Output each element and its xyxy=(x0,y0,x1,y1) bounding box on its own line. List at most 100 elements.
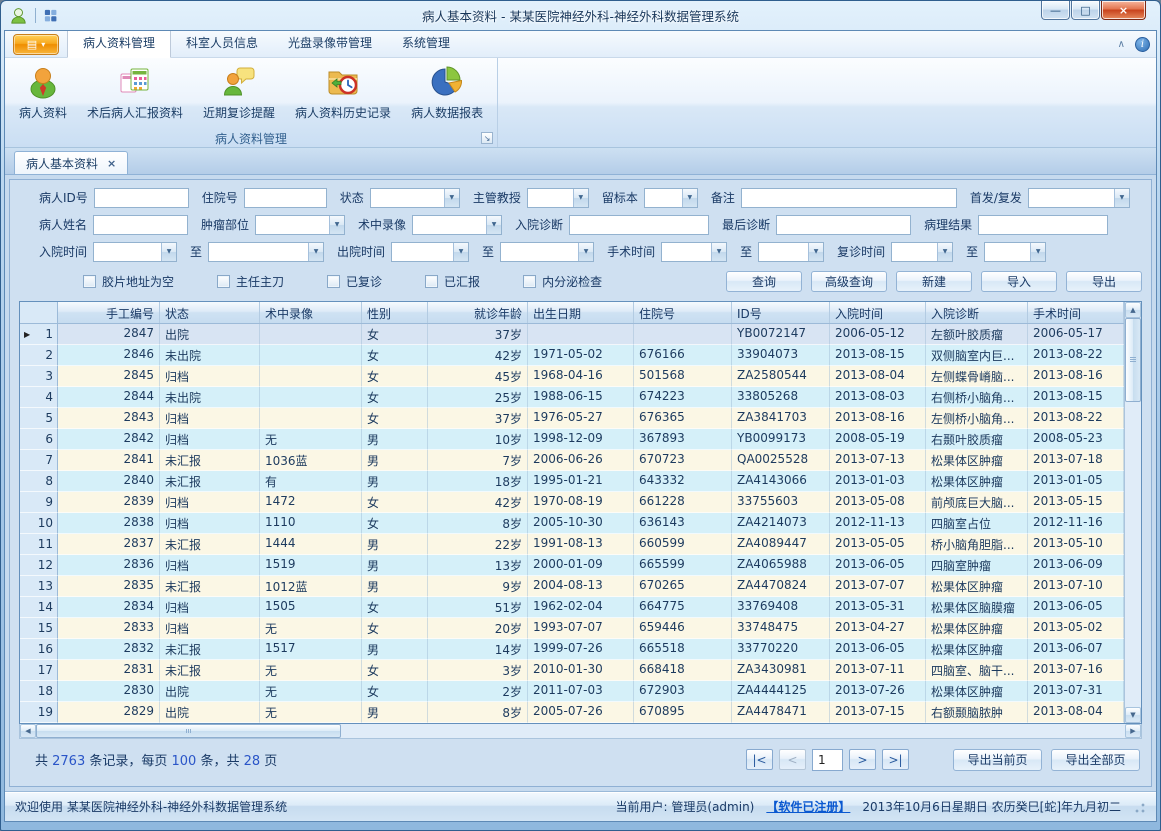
search-input[interactable] xyxy=(244,188,327,208)
ribbon-button[interactable]: 术后病人汇报资料 xyxy=(77,61,193,129)
scroll-left-icon[interactable]: ◀ xyxy=(20,724,36,738)
export-page-button[interactable]: 导出当前页 xyxy=(953,749,1042,771)
grid-header-cell[interactable]: 入院诊断 xyxy=(926,302,1028,323)
table-row[interactable]: 82840未汇报有男18岁1995-01-21643332ZA414306620… xyxy=(20,471,1124,492)
combo-arrow-icon[interactable]: ▼ xyxy=(578,243,593,261)
search-combo[interactable]: ▼ xyxy=(255,215,345,235)
ribbon-tab[interactable]: 系统管理 xyxy=(387,30,465,57)
action-button[interactable]: 查询 xyxy=(726,271,802,292)
grid-header-cell[interactable]: 状态 xyxy=(160,302,260,323)
filter-checkbox[interactable]: 已汇报 xyxy=(425,273,480,290)
action-button[interactable]: 高级查询 xyxy=(811,271,887,292)
search-combo[interactable]: ▼ xyxy=(984,242,1046,262)
pager-next-button[interactable]: > xyxy=(849,749,876,770)
action-button[interactable]: 新建 xyxy=(896,271,972,292)
combo-arrow-icon[interactable]: ▼ xyxy=(937,243,952,261)
search-input[interactable] xyxy=(776,215,911,235)
combo-arrow-icon[interactable]: ▼ xyxy=(161,243,176,261)
scroll-down-icon[interactable]: ▼ xyxy=(1125,707,1141,723)
ribbon-tab[interactable]: 光盘录像带管理 xyxy=(273,30,387,57)
search-combo[interactable]: ▼ xyxy=(93,242,177,262)
grid-header-cell[interactable]: 性别 xyxy=(362,302,428,323)
grid-header-cell[interactable]: 住院号 xyxy=(634,302,732,323)
combo-arrow-icon[interactable]: ▼ xyxy=(1030,243,1045,261)
vertical-scrollbar[interactable]: ▲ ▼ xyxy=(1124,302,1141,723)
document-tab[interactable]: 病人基本资料 × xyxy=(14,151,128,174)
combo-arrow-icon[interactable]: ▼ xyxy=(453,243,468,261)
ribbon-tab[interactable]: 科室人员信息 xyxy=(171,30,273,57)
table-row[interactable]: 52843归档女37岁1976-05-27676365ZA38417032013… xyxy=(20,408,1124,429)
table-row[interactable]: 142834归档1505女51岁1962-02-0466477533769408… xyxy=(20,597,1124,618)
pager-first-button[interactable]: |< xyxy=(746,749,773,770)
filter-checkbox[interactable]: 内分泌检查 xyxy=(523,273,602,290)
search-input[interactable] xyxy=(93,215,188,235)
search-combo[interactable]: ▼ xyxy=(758,242,824,262)
combo-arrow-icon[interactable]: ▼ xyxy=(808,243,823,261)
pager-page-input[interactable]: 1 xyxy=(812,749,843,771)
search-input[interactable] xyxy=(741,188,957,208)
action-button[interactable]: 导入 xyxy=(981,271,1057,292)
layout-grid-icon[interactable] xyxy=(43,8,58,23)
grid-header-cell[interactable]: 入院时间 xyxy=(830,302,926,323)
horizontal-scrollbar-thumb[interactable] xyxy=(36,724,341,738)
table-row[interactable]: 32845归档女45岁1968-04-16501568ZA25805442013… xyxy=(20,366,1124,387)
filter-checkbox[interactable]: 胶片地址为空 xyxy=(83,273,174,290)
grid-header-cell[interactable]: 术中录像 xyxy=(260,302,362,323)
table-row[interactable]: 122836归档1519男13岁2000-01-09665599ZA406598… xyxy=(20,555,1124,576)
pager-last-button[interactable]: >| xyxy=(882,749,909,770)
ribbon-button[interactable]: 病人资料 xyxy=(9,61,77,129)
table-row[interactable]: 92839归档1472女42岁1970-08-19661228337556032… xyxy=(20,492,1124,513)
table-row[interactable]: 192829出院无男8岁2005-07-26670895ZA4478471201… xyxy=(20,702,1124,723)
minimize-button[interactable]: — xyxy=(1041,1,1070,20)
vertical-scrollbar-thumb[interactable] xyxy=(1125,318,1141,402)
filter-checkbox[interactable]: 主任主刀 xyxy=(217,273,284,290)
table-row[interactable]: 182830出院无女2岁2011-07-03672903ZA4444125201… xyxy=(20,681,1124,702)
action-button[interactable]: 导出 xyxy=(1066,271,1142,292)
table-row[interactable]: 42844未出院女25岁1988-06-15674223338052682013… xyxy=(20,387,1124,408)
grid-header-cell[interactable]: 出生日期 xyxy=(528,302,634,323)
grid-header-cell[interactable]: ID号 xyxy=(732,302,830,323)
search-combo[interactable]: ▼ xyxy=(644,188,698,208)
filter-checkbox[interactable]: 已复诊 xyxy=(327,273,382,290)
pager-prev-button[interactable]: < xyxy=(779,749,806,770)
search-combo[interactable]: ▼ xyxy=(500,242,594,262)
table-row[interactable]: 112837未汇报1444男22岁1991-08-13660599ZA40894… xyxy=(20,534,1124,555)
table-row[interactable]: 72841未汇报1036蓝男7岁2006-06-26670723QA002552… xyxy=(20,450,1124,471)
resize-grip-icon[interactable] xyxy=(1133,802,1146,815)
grid-header-cell[interactable]: 手术时间 xyxy=(1028,302,1124,323)
application-menu-button[interactable]: ▤ ▾ xyxy=(13,34,59,55)
search-combo[interactable]: ▼ xyxy=(370,188,460,208)
combo-arrow-icon[interactable]: ▼ xyxy=(573,189,588,207)
combo-arrow-icon[interactable]: ▼ xyxy=(329,216,344,234)
grid-header-cell[interactable]: 手工编号 xyxy=(58,302,160,323)
license-status-link[interactable]: 【软件已注册】 xyxy=(766,798,850,815)
combo-arrow-icon[interactable]: ▼ xyxy=(682,189,697,207)
table-row[interactable]: 162832未汇报1517男14岁1999-07-266655183377022… xyxy=(20,639,1124,660)
ribbon-button[interactable]: 病人数据报表 xyxy=(401,61,493,129)
combo-arrow-icon[interactable]: ▼ xyxy=(308,243,323,261)
search-combo[interactable]: ▼ xyxy=(527,188,589,208)
app-logo-icon[interactable] xyxy=(9,6,28,25)
ribbon-button[interactable]: 病人资料历史记录 xyxy=(285,61,401,129)
combo-arrow-icon[interactable]: ▼ xyxy=(1114,189,1129,207)
search-combo[interactable]: ▼ xyxy=(661,242,727,262)
combo-arrow-icon[interactable]: ▼ xyxy=(486,216,501,234)
dialog-launcher-icon[interactable]: ↘ xyxy=(481,132,493,144)
ribbon-button[interactable]: 近期复诊提醒 xyxy=(193,61,285,129)
maximize-button[interactable]: □ xyxy=(1071,1,1100,20)
search-combo[interactable]: ▼ xyxy=(891,242,953,262)
search-input[interactable] xyxy=(978,215,1108,235)
search-combo[interactable]: ▼ xyxy=(1028,188,1130,208)
table-row[interactable]: ▶12847出院女37岁YB00721472006-05-12左额叶胶质瘤200… xyxy=(20,324,1124,345)
table-row[interactable]: 172831未汇报无女3岁2010-01-30668418ZA343098120… xyxy=(20,660,1124,681)
table-row[interactable]: 152833归档无女20岁1993-07-0765944633748475201… xyxy=(20,618,1124,639)
scrollbar-track[interactable] xyxy=(341,724,1125,738)
info-icon[interactable]: i xyxy=(1135,37,1150,52)
ribbon-tab[interactable]: 病人资料管理 xyxy=(67,30,171,58)
export-page-button[interactable]: 导出全部页 xyxy=(1051,749,1140,771)
search-input[interactable] xyxy=(94,188,189,208)
table-row[interactable]: 22846未出院女42岁1971-05-02676166339040732013… xyxy=(20,345,1124,366)
scroll-up-icon[interactable]: ▲ xyxy=(1125,302,1141,318)
tab-close-icon[interactable]: × xyxy=(107,157,116,170)
search-combo[interactable]: ▼ xyxy=(208,242,324,262)
